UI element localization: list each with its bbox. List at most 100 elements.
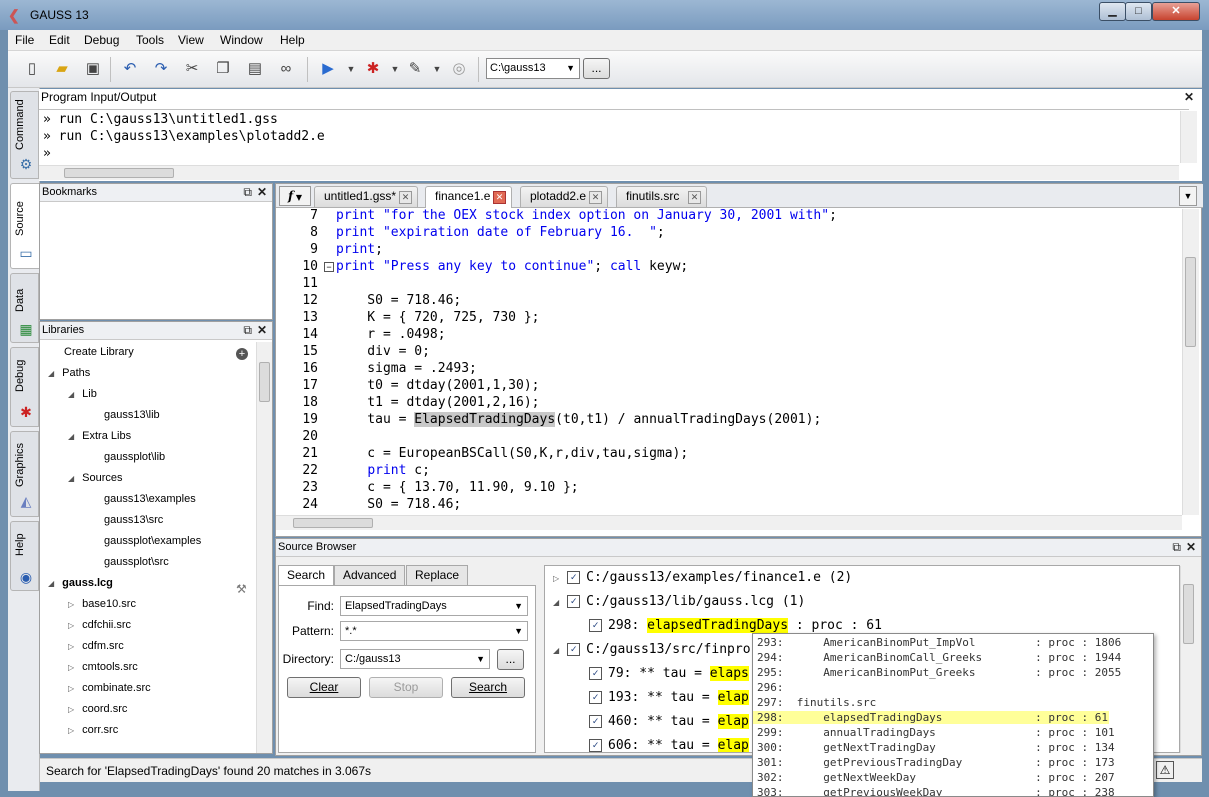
library-tree-item[interactable]: gauss13\src — [104, 514, 163, 526]
result-checkbox[interactable]: ✓ — [567, 595, 581, 608]
close-tab-icon[interactable]: ✕ — [688, 191, 701, 204]
float-panel-icon[interactable]: ⧉ — [1172, 541, 1181, 554]
tab-advanced[interactable]: Advanced — [334, 565, 406, 585]
clear-button[interactable]: Clear — [287, 677, 361, 698]
close-icon[interactable]: ✕ — [1186, 541, 1196, 554]
result-checkbox[interactable]: ✓ — [567, 643, 581, 656]
menu-debug[interactable]: Debug — [84, 33, 119, 47]
search-result-row[interactable]: ▷ ✓ C:/gauss13/examples/finance1.e (2) — [553, 570, 852, 585]
popup-function-item[interactable]: 302: getNextWeekDay : proc : 207 — [757, 771, 1115, 784]
popup-function-item[interactable]: 295: AmericanBinomPut_Greeks : proc : 20… — [757, 666, 1121, 679]
collapsed-arrow-icon[interactable]: ▷ — [68, 684, 74, 693]
new-file-icon[interactable]: ▯ — [21, 58, 43, 80]
browse-directory-button[interactable]: ... — [497, 649, 524, 670]
redo-icon[interactable]: ↷ — [150, 58, 172, 80]
menu-window[interactable]: Window — [220, 33, 263, 47]
tab-finance1[interactable]: finance1.e ✕ — [425, 186, 512, 208]
open-folder-icon[interactable]: ▰ — [51, 58, 73, 80]
menu-view[interactable]: View — [178, 33, 204, 47]
expanded-arrow-icon[interactable]: ◢ — [48, 579, 54, 588]
side-tab-command[interactable]: Command ⚙ — [10, 91, 39, 179]
menu-file[interactable]: File — [15, 33, 34, 47]
library-tree-item[interactable]: gauss13\examples — [104, 493, 196, 505]
tab-untitled1[interactable]: untitled1.gss* ✕ — [314, 186, 418, 207]
search-result-row[interactable]: ◢ ✓ C:/gauss13/src/finpro — [553, 642, 751, 657]
result-checkbox[interactable]: ✓ — [567, 571, 581, 584]
library-tree-item[interactable]: ▷ cdfm.src — [68, 640, 124, 652]
side-tab-debug[interactable]: Debug ✱ — [10, 347, 39, 427]
results-scrollbar[interactable] — [1180, 566, 1197, 753]
menu-help[interactable]: Help — [280, 33, 305, 47]
run-icon[interactable]: ▶ — [317, 58, 339, 80]
add-library-icon[interactable]: + — [236, 348, 248, 360]
library-tree-item[interactable]: ◢ Paths — [48, 367, 90, 379]
close-tab-icon[interactable]: ✕ — [589, 191, 602, 204]
minimize-button[interactable]: ▁ — [1099, 2, 1126, 21]
stop-icon[interactable]: ◎ — [448, 58, 470, 80]
side-tab-help[interactable]: Help ◉ — [10, 521, 39, 591]
expanded-arrow-icon[interactable]: ◢ — [68, 432, 74, 441]
float-panel-icon[interactable]: ⧉ — [243, 324, 252, 337]
popup-function-item[interactable]: 293: AmericanBinomPut_ImpVol : proc : 18… — [757, 636, 1121, 649]
library-tree-item[interactable]: ◢ Lib — [68, 388, 97, 400]
library-tree-item[interactable]: ▷ cmtools.src — [68, 661, 138, 673]
menu-edit[interactable]: Edit — [49, 33, 70, 47]
result-checkbox[interactable]: ✓ — [589, 715, 602, 728]
close-icon[interactable]: ✕ — [257, 186, 267, 199]
tab-list-dropdown[interactable]: ▼ — [1179, 186, 1197, 206]
libraries-scrollbar[interactable] — [256, 342, 272, 753]
edit-icon[interactable]: ✎ — [404, 58, 426, 80]
library-tree-item[interactable]: ▷ coord.src — [68, 703, 127, 715]
popup-function-item[interactable]: 303: getPreviousWeekDay : proc : 238 — [757, 786, 1115, 796]
collapsed-arrow-icon[interactable]: ▷ — [68, 705, 74, 714]
popup-function-item[interactable]: 301: getPreviousTradingDay : proc : 173 — [757, 756, 1115, 769]
editor-vertical-scrollbar[interactable] — [1182, 209, 1199, 515]
pattern-input[interactable]: *.* ▼ — [340, 621, 528, 641]
search-button[interactable]: Search — [451, 677, 525, 698]
expanded-arrow-icon[interactable]: ◢ — [68, 390, 74, 399]
paste-icon[interactable]: ▤ — [244, 58, 266, 80]
search-result-row[interactable]: ✓ 79: ** tau = elaps — [589, 666, 749, 681]
library-tree-item[interactable]: Create Library — [64, 346, 134, 358]
tab-search[interactable]: Search — [278, 565, 335, 586]
close-tab-icon[interactable]: ✕ — [493, 191, 506, 204]
fold-toggle-icon[interactable]: − — [324, 262, 334, 272]
popup-function-item[interactable]: 294: AmericanBinomCall_Greeks : proc : 1… — [757, 651, 1121, 664]
library-tree-item[interactable]: ◢ gauss.lcg — [48, 577, 113, 589]
cut-icon[interactable]: ✂ — [181, 58, 203, 80]
popup-function-item[interactable]: 300: getNextTradingDay : proc : 134 — [757, 741, 1115, 754]
library-tree-item[interactable]: ▷ cdfchii.src — [68, 619, 131, 631]
popup-function-item[interactable]: 298: elapsedTradingDays : proc : 61 — [753, 711, 1109, 724]
side-tab-source[interactable]: Source ▭ — [10, 183, 39, 269]
library-tree-item[interactable]: ▷ base10.src — [68, 598, 136, 610]
library-tree-item[interactable]: ▷ combinate.src — [68, 682, 151, 694]
expanded-arrow-icon[interactable]: ◢ — [48, 369, 54, 378]
expanded-arrow-icon[interactable]: ◢ — [553, 598, 559, 607]
library-tree-item[interactable]: gaussplot\src — [104, 556, 169, 568]
io-horizontal-scrollbar[interactable] — [39, 165, 1179, 180]
search-result-row[interactable]: ✓ 193: ** tau = elap — [589, 690, 749, 705]
function-list-popup[interactable]: 293: AmericanBinomPut_ImpVol : proc : 18… — [752, 633, 1154, 797]
library-tree-item[interactable]: gaussplot\lib — [104, 451, 165, 463]
function-list-button[interactable]: f ▼ — [279, 186, 311, 206]
tab-plotadd2[interactable]: plotadd2.e ✕ — [520, 186, 608, 207]
undo-icon[interactable]: ↶ — [119, 58, 141, 80]
result-checkbox[interactable]: ✓ — [589, 667, 602, 680]
popup-function-item[interactable]: 297: finutils.src — [757, 696, 876, 709]
binoculars-icon[interactable]: ∞ — [275, 58, 297, 80]
popup-function-item[interactable]: 296: — [757, 681, 784, 694]
debug-dropdown-icon[interactable]: ▼ — [384, 58, 406, 80]
io-vertical-scrollbar[interactable] — [1180, 111, 1197, 163]
close-icon[interactable]: ✕ — [257, 324, 267, 337]
close-window-button[interactable]: ✕ — [1152, 2, 1200, 21]
expanded-arrow-icon[interactable]: ◢ — [553, 646, 559, 655]
collapsed-arrow-icon[interactable]: ▷ — [68, 663, 74, 672]
close-icon[interactable]: ✕ — [1184, 91, 1194, 104]
search-result-row[interactable]: ✓ 298: elapsedTradingDays : proc : 61 — [589, 618, 882, 633]
library-tree-item[interactable]: gauss13\lib — [104, 409, 160, 421]
library-tree-item[interactable]: gaussplot\examples — [104, 535, 201, 547]
tab-finutils[interactable]: finutils.src ✕ — [616, 186, 707, 207]
collapsed-arrow-icon[interactable]: ▷ — [68, 621, 74, 630]
copy-icon[interactable]: ❐ — [212, 58, 234, 80]
result-checkbox[interactable]: ✓ — [589, 619, 602, 632]
